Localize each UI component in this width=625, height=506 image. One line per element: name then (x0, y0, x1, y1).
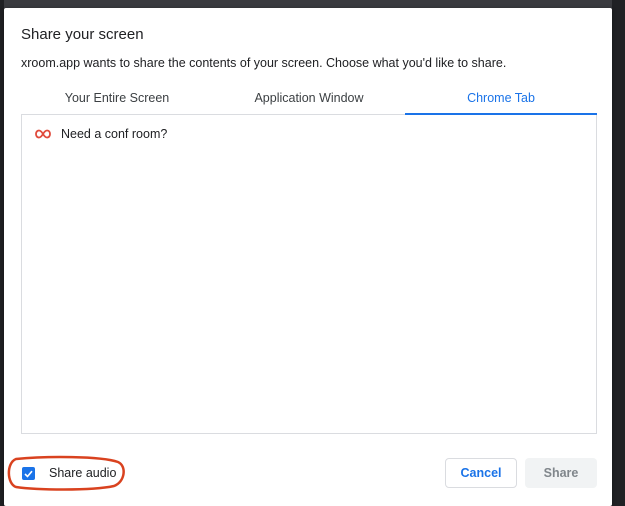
cancel-button[interactable]: Cancel (445, 458, 517, 488)
infinity-icon (35, 129, 51, 139)
list-item-label: Need a conf room? (61, 127, 168, 141)
tab-list-panel: Need a conf room? (21, 115, 597, 434)
list-item[interactable]: Need a conf room? (22, 123, 596, 145)
share-button[interactable]: Share (525, 458, 597, 488)
tab-application-window[interactable]: Application Window (213, 88, 405, 114)
source-tabs: Your Entire Screen Application Window Ch… (21, 88, 597, 115)
share-audio-checkbox[interactable] (22, 467, 35, 480)
dialog-title: Share your screen (21, 26, 144, 43)
dialog-subtitle: xroom.app wants to share the contents of… (21, 56, 507, 70)
share-audio-label[interactable]: Share audio (49, 466, 116, 480)
share-screen-dialog: Share your screen xroom.app wants to sha… (4, 8, 612, 506)
checkmark-icon (24, 470, 33, 478)
tab-entire-screen[interactable]: Your Entire Screen (21, 88, 213, 114)
backdrop-top-strip (0, 0, 625, 8)
tab-chrome-tab[interactable]: Chrome Tab (405, 88, 597, 115)
backdrop-right-strip (612, 0, 625, 506)
